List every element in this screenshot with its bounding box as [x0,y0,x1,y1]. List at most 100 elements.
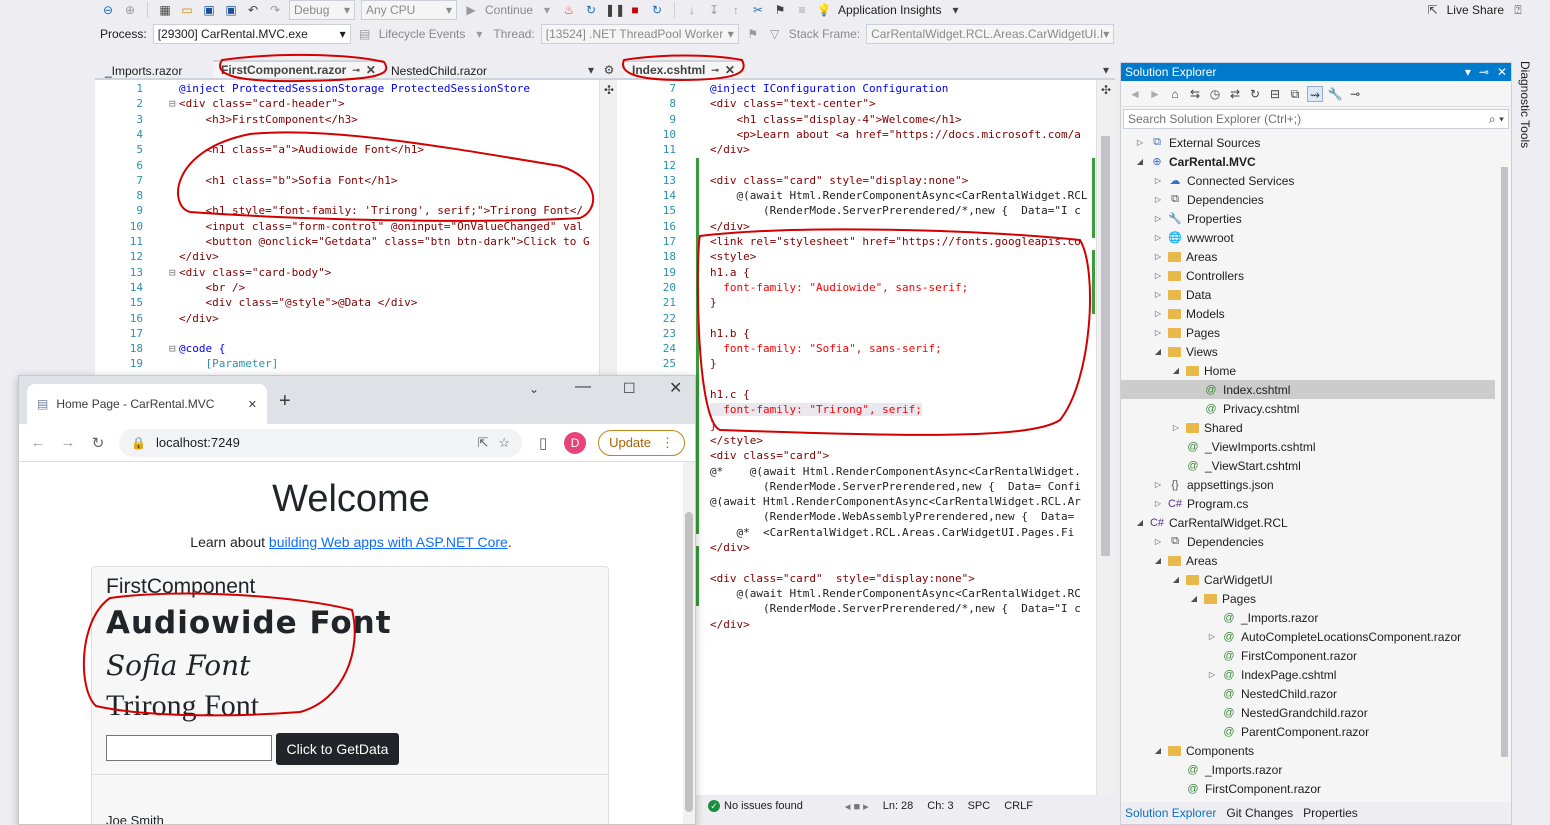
step-over-icon[interactable]: ↓ [684,2,700,18]
expander-icon[interactable]: ▷ [1135,138,1145,147]
expander-icon[interactable]: ◢ [1171,575,1181,584]
new-item-icon[interactable]: ▦ [157,2,173,18]
break-all-icon[interactable]: ❚❚ [605,2,625,18]
process-select[interactable]: [29300] CarRental.MVC.exe ▾ [152,24,351,44]
expander-icon[interactable]: ◢ [1171,366,1181,375]
code-line[interactable]: <h1 class="b">Sofia Font</h1> [179,174,397,187]
tree-item[interactable]: ▷ ⧉ Dependencies [1153,190,1264,209]
solution-tree-scrollbar[interactable] [1497,133,1511,801]
maximize-icon[interactable]: ☐ [623,380,636,397]
forward-icon[interactable]: → [59,434,77,451]
code-line[interactable]: } [710,296,717,309]
thread-select[interactable]: [13524] .NET ThreadPool Worker ▾ [540,24,739,44]
navigate-forward-icon[interactable]: ⊕ [122,2,138,18]
application-insights-button[interactable]: Application Insights [838,3,941,17]
back-icon[interactable]: ← [29,434,47,451]
close-icon[interactable]: ✕ [1497,65,1507,79]
scroll-thumb[interactable] [1101,136,1110,556]
solution-explorer-search[interactable]: Search Solution Explorer (Ctrl+;) ⌕ ▾ [1123,109,1509,129]
scroll-thumb[interactable] [685,512,693,812]
tree-item[interactable]: ▷ ⧉ Dependencies [1153,532,1264,551]
collapse-icon[interactable]: ⊟ [169,97,176,110]
code-line[interactable]: [Parameter] [179,357,278,370]
expander-icon[interactable]: ▷ [1153,290,1163,299]
code-line[interactable]: @(await Html.RenderComponentAsync<CarRen… [710,495,1081,508]
code-line[interactable]: <div class="card-header"> [179,97,345,110]
tree-item[interactable]: @ _ViewStart.cshtml [1171,456,1300,475]
tree-item[interactable]: @ FirstComponent.razor [1171,779,1321,798]
pin-icon[interactable]: ⊸ [1479,65,1489,79]
left-code-editor[interactable]: 1 @inject ProtectedSessionStorage Protect… [95,80,622,376]
close-icon[interactable]: ✕ [725,63,735,77]
expander-icon[interactable]: ▷ [1153,499,1163,508]
tree-item[interactable]: ◢ ⊕ CarRental.MVC [1135,152,1256,171]
code-line[interactable]: </div> [179,250,219,263]
code-line[interactable]: (RenderMode.ServerPrerendered/*,new { Da… [710,602,1081,615]
right-editor-scrollbar[interactable]: ✣ [1096,80,1114,795]
code-line[interactable]: (RenderMode.ServerPrerendered/*,new { Da… [710,204,1081,217]
tree-item[interactable]: ▷ ▭ Models [1153,304,1225,323]
code-line[interactable]: <h1 class="display-4">Welcome</h1> [710,113,961,126]
code-line[interactable]: <br /> [179,281,245,294]
search-icon[interactable]: ⌕ ▾ [1489,112,1504,127]
update-button[interactable]: Update ⋮ [598,429,685,456]
code-line[interactable]: </div> [179,312,219,325]
tree-item[interactable]: ▷ ▭ Shared [1171,418,1243,437]
code-line[interactable]: @(await Html.RenderComponentAsync<CarRen… [710,189,1087,202]
preview-icon[interactable]: ⇝ [1307,85,1323,102]
page-scrollbar[interactable] [683,462,695,824]
tree-item[interactable]: ▷ ⧉ External Sources [1135,133,1260,152]
settings-icon[interactable]: ⚙ [601,62,617,78]
close-icon[interactable]: ✕ [248,398,257,411]
close-window-icon[interactable]: ✕ [669,378,682,398]
code-line[interactable]: <style> [710,250,756,263]
browser-tab[interactable]: ▤ Home Page - CarRental.MVC ✕ [27,384,267,424]
code-line[interactable]: font-family: "Sofia", sans-serif; [710,342,942,355]
step-into-icon[interactable]: ↧ [706,2,722,18]
tree-item[interactable]: ▷ ▭ Areas [1153,247,1217,266]
tree-item[interactable]: ◢ ▭ Home [1171,361,1236,380]
code-line[interactable]: h1.c { [710,388,750,401]
tree-item[interactable]: @ _ViewImports.cshtml [1171,437,1315,456]
tree-item[interactable]: ▷ ▭ Controllers [1153,266,1244,285]
expander-icon[interactable]: ▷ [1171,423,1181,432]
tab-index-cshtml[interactable]: Index.cshtml ⊸ ✕ [624,60,743,78]
data-input[interactable] [106,735,272,761]
configuration-select[interactable]: Debug ▾ [289,0,355,20]
continue-button[interactable]: Continue [485,3,533,17]
expander-icon[interactable]: ▷ [1153,480,1163,489]
platform-select[interactable]: Any CPU ▾ [361,0,457,20]
stop-icon[interactable]: ■ [627,2,643,18]
home-icon[interactable]: ⌂ [1167,86,1183,102]
tree-item[interactable]: @ ParentComponent.razor [1207,722,1369,741]
tree-item[interactable]: ▷ 🌐 wwwroot [1153,228,1234,247]
bookmark-star-icon[interactable]: ☆ [498,435,510,451]
undo-icon[interactable]: ↶ [245,2,261,18]
expander-icon[interactable]: ◢ [1153,556,1163,565]
code-line[interactable]: </style> [710,434,763,447]
filter-icon[interactable]: ▽ [767,26,783,42]
lock-icon[interactable]: 🔒 [131,436,146,450]
tree-item[interactable]: ◢ ▭ CarWidgetUI [1171,570,1273,589]
tab-overflow-icon[interactable]: ▾ [1098,62,1114,78]
tree-item[interactable]: ◢ ▭ Components [1153,741,1254,760]
column-indicator[interactable]: Ch: 3 [927,800,953,812]
get-data-button[interactable]: Click to GetData [276,733,399,765]
code-line[interactable]: font-family: "Audiowide", sans-serif; [710,281,968,294]
share-icon[interactable]: ⇱ [478,435,489,451]
tree-item[interactable]: ◢ C# CarRentalWidget.RCL [1135,513,1288,532]
tree-item[interactable]: ◢ ▭ Areas [1153,551,1217,570]
code-line[interactable]: <div class="text-center"> [710,97,876,110]
comment-icon[interactable]: ≡ [794,2,810,18]
code-line[interactable]: @code { [179,342,225,355]
scroll-thumb[interactable] [1501,167,1508,757]
switch-views-icon[interactable]: ⇆ [1187,86,1203,102]
tree-item[interactable]: ▷ ☁ Connected Services [1153,171,1294,190]
split-icon[interactable]: ✣ [1098,82,1114,98]
tree-item[interactable]: ◢ ▭ Views [1153,342,1218,361]
code-line[interactable]: <h1 style="font-family: 'Trirong', serif… [179,204,583,217]
expander-icon[interactable]: ▷ [1153,195,1163,204]
code-line[interactable]: <h1 class="a">Audiowide Font</h1> [179,143,424,156]
expander-icon[interactable]: ▷ [1153,214,1163,223]
minimize-icon[interactable]: — [575,378,591,396]
